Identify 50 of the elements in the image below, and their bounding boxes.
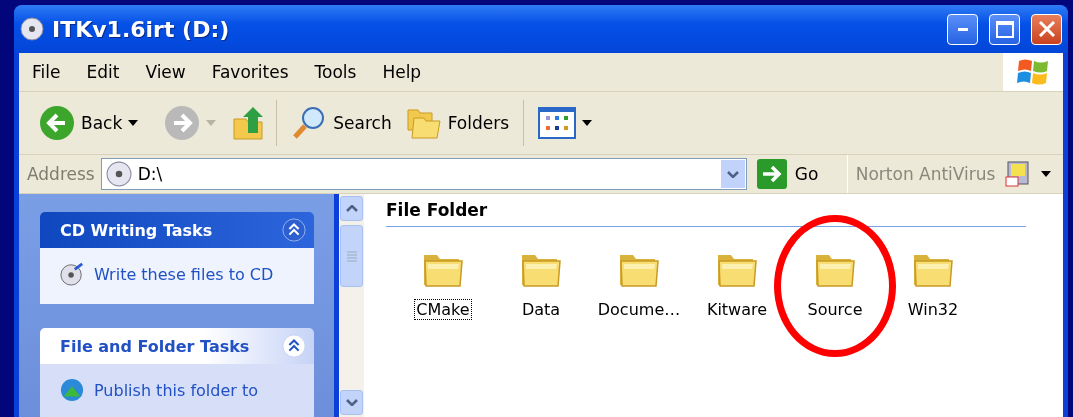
dropdown-button[interactable] bbox=[720, 160, 745, 188]
panel-header[interactable]: File and Folder Tasks bbox=[40, 328, 314, 364]
address-label: Address bbox=[27, 164, 95, 184]
collapse-icon[interactable] bbox=[282, 334, 306, 358]
folder-item[interactable]: Source bbox=[790, 249, 880, 320]
group-header: File Folder bbox=[386, 200, 1026, 227]
maximize-button[interactable] bbox=[989, 13, 1020, 45]
cd-burn-icon bbox=[60, 262, 84, 286]
folder-item[interactable]: Kitware bbox=[692, 249, 782, 320]
back-button[interactable]: Back bbox=[35, 105, 143, 141]
collapse-icon[interactable] bbox=[282, 218, 306, 242]
folders-button[interactable]: Folders bbox=[401, 106, 514, 140]
address-field[interactable]: D:\ bbox=[100, 158, 747, 190]
menu-item[interactable]: Favorites bbox=[198, 62, 302, 82]
menu-item[interactable]: Tools bbox=[301, 62, 370, 82]
caret-icon[interactable] bbox=[1041, 171, 1052, 177]
grip-icon[interactable] bbox=[346, 250, 357, 262]
folder-item[interactable]: Data bbox=[496, 249, 586, 320]
monitor-icon[interactable] bbox=[1005, 161, 1032, 187]
maximize-icon bbox=[995, 20, 1014, 38]
menu-item[interactable]: Help bbox=[369, 62, 435, 82]
close-icon bbox=[1038, 21, 1055, 37]
folder-item[interactable]: Win32 bbox=[888, 249, 978, 320]
menu-item[interactable]: View bbox=[132, 62, 199, 82]
windows-flag-icon bbox=[1017, 58, 1049, 86]
scroll-down-icon[interactable] bbox=[345, 399, 358, 406]
menu-item[interactable]: File bbox=[19, 62, 74, 82]
scroll-up-icon[interactable] bbox=[345, 205, 358, 212]
search-button[interactable]: Search bbox=[287, 105, 396, 141]
scrollbar[interactable] bbox=[339, 194, 364, 417]
folder-item[interactable]: Docume… bbox=[594, 249, 684, 320]
panel-header[interactable]: CD Writing Tasks bbox=[40, 212, 314, 248]
go-button[interactable]: Go bbox=[752, 159, 841, 189]
panel-title: File and Folder Tasks bbox=[60, 336, 250, 356]
norton-label: Norton AntiVirus bbox=[855, 164, 996, 184]
caret-icon[interactable] bbox=[128, 120, 139, 126]
minimize-button[interactable] bbox=[947, 13, 978, 45]
window-title: ITKv1.6irt (D:) bbox=[52, 16, 231, 42]
folders-icon bbox=[405, 106, 442, 140]
close-button[interactable] bbox=[1031, 13, 1062, 45]
folder-item[interactable]: CMake bbox=[398, 249, 488, 320]
globe-icon bbox=[60, 378, 84, 402]
chevron-down-icon bbox=[726, 170, 739, 178]
views-icon bbox=[538, 107, 577, 139]
caret-icon[interactable] bbox=[582, 120, 593, 126]
cd-icon bbox=[105, 161, 132, 187]
minimize-icon bbox=[957, 27, 968, 31]
panel-title: CD Writing Tasks bbox=[60, 220, 213, 240]
cd-icon bbox=[20, 17, 44, 41]
menu-item[interactable]: Edit bbox=[73, 62, 133, 82]
